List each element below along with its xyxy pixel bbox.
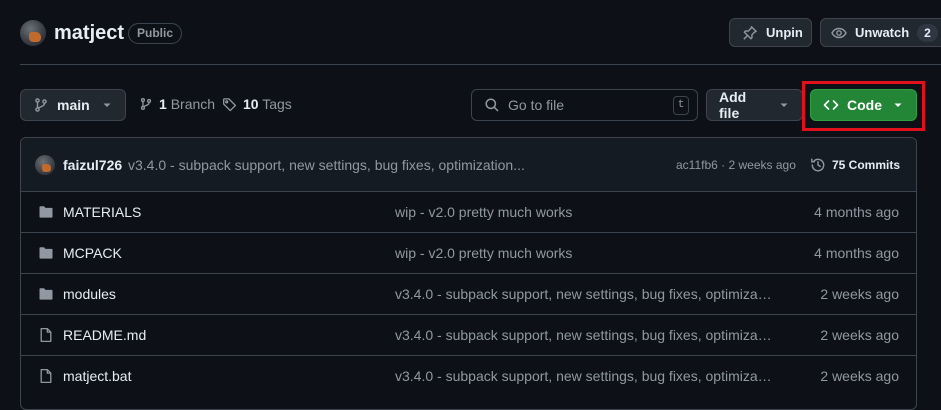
file-commit-message[interactable]: v3.4.0 - subpack support, new settings, … — [395, 327, 775, 343]
folder-icon — [38, 286, 54, 302]
file-icon — [38, 368, 54, 384]
file-row[interactable]: README.md v3.4.0 - subpack support, new s… — [21, 315, 916, 356]
search-input[interactable] — [508, 97, 658, 113]
repo-avatar[interactable] — [20, 20, 46, 46]
folder-icon — [38, 245, 54, 261]
header-divider — [20, 64, 941, 65]
file-row[interactable]: matject.bat v3.4.0 - subpack support, new… — [21, 356, 916, 397]
commit-hash[interactable]: ac11fb6 — [676, 158, 718, 172]
file-name[interactable]: matject.bat — [63, 368, 131, 384]
highlight-box — [802, 81, 925, 131]
author-avatar[interactable] — [35, 155, 55, 175]
file-name[interactable]: modules — [63, 286, 116, 302]
file-commit-date: 4 months ago — [814, 204, 899, 220]
search-icon — [484, 97, 500, 113]
file-commit-message[interactable]: wip - v2.0 pretty much works — [395, 245, 775, 261]
watch-counter: 2 — [917, 23, 938, 42]
branch-name: main — [57, 97, 90, 113]
unpin-label: Unpin — [766, 25, 803, 40]
history-icon — [810, 157, 826, 173]
file-icon — [38, 327, 54, 343]
visibility-badge: Public — [128, 23, 183, 44]
unwatch-label: Unwatch — [855, 25, 910, 40]
tag-icon — [222, 97, 237, 112]
repo-name[interactable]: matject — [54, 22, 124, 45]
eye-icon — [831, 25, 847, 41]
branch-selector[interactable]: main — [20, 89, 126, 121]
add-file-button[interactable]: Add file — [706, 89, 803, 121]
unpin-button[interactable]: Unpin — [729, 18, 812, 47]
file-row[interactable]: modules v3.4.0 - subpack support, new set… — [21, 274, 916, 315]
tag-count: 10 — [243, 96, 259, 112]
file-commit-message[interactable]: wip - v2.0 pretty much works — [395, 204, 775, 220]
chevron-down-icon — [101, 99, 113, 111]
commits-link[interactable]: 75 Commits — [810, 157, 900, 173]
tags-link[interactable]: 10 Tags — [222, 96, 292, 112]
commit-author[interactable]: faizul726 — [63, 157, 122, 173]
add-file-label: Add file — [719, 89, 747, 121]
commit-meta: ac11fb6 · 2 weeks ago — [676, 158, 796, 172]
commit-message[interactable]: v3.4.0 - subpack support, new settings, … — [128, 157, 525, 173]
file-name[interactable]: README.md — [63, 327, 146, 343]
file-commit-date: 2 weeks ago — [820, 327, 899, 343]
branch-count: 1 — [159, 96, 167, 112]
file-name[interactable]: MCPACK — [63, 245, 122, 261]
file-commit-message[interactable]: v3.4.0 - subpack support, new settings, … — [395, 286, 775, 302]
commits-count: 75 Commits — [832, 158, 901, 172]
file-commit-date: 2 weeks ago — [820, 286, 899, 302]
folder-icon — [38, 204, 54, 220]
tag-count-label: Tags — [262, 96, 292, 112]
pin-icon — [742, 25, 758, 41]
file-commit-date: 4 months ago — [814, 245, 899, 261]
branches-link[interactable]: 1 Branch — [139, 96, 215, 112]
git-branch-icon — [33, 97, 49, 113]
commit-time: 2 weeks ago — [728, 158, 796, 172]
chevron-down-icon — [778, 99, 790, 111]
keyboard-shortcut-hint: t — [673, 95, 689, 115]
file-table: faizul726 v3.4.0 - subpack support, new … — [20, 137, 917, 410]
file-row[interactable]: MATERIALS wip - v2.0 pretty much works 4 m… — [21, 192, 916, 233]
go-to-file-search[interactable]: t — [471, 89, 698, 121]
file-commit-message[interactable]: v3.4.0 - subpack support, new settings, … — [395, 368, 775, 384]
branch-count-label: Branch — [170, 96, 216, 112]
git-branch-icon — [139, 97, 153, 111]
file-row[interactable]: MCPACK wip - v2.0 pretty much works 4 mont… — [21, 233, 916, 274]
latest-commit-row: faizul726 v3.4.0 - subpack support, new … — [21, 138, 916, 192]
file-name[interactable]: MATERIALS — [63, 204, 141, 220]
file-commit-date: 2 weeks ago — [820, 368, 899, 384]
unwatch-button[interactable]: Unwatch 2 — [820, 18, 941, 47]
